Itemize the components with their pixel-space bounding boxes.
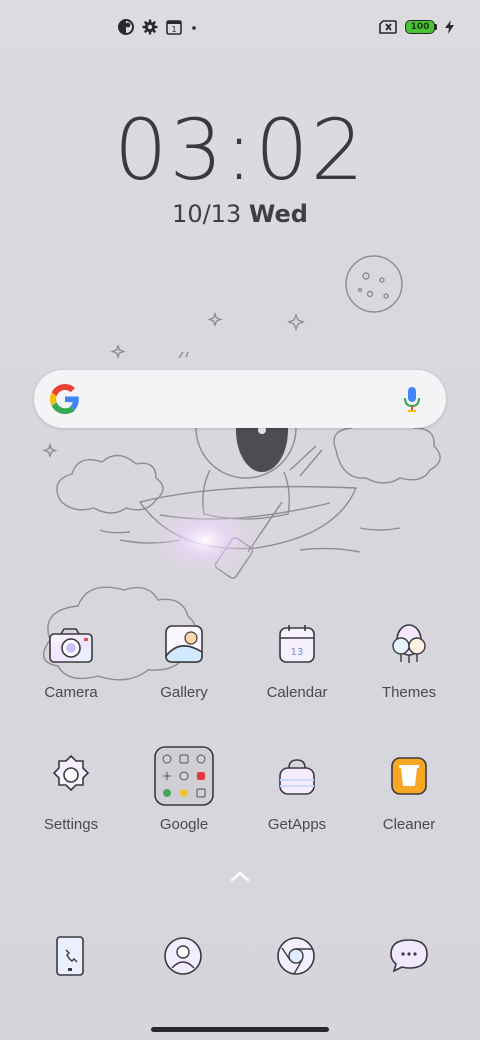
app-getapps[interactable]: GetApps: [241, 746, 353, 833]
calendar-badge: 1: [171, 25, 176, 34]
status-bar[interactable]: 1 100: [0, 0, 480, 56]
app-calendar[interactable]: 13 Calendar: [241, 614, 353, 701]
themes-icon: [392, 624, 426, 663]
date[interactable]: 10/13 Wed: [0, 200, 480, 228]
app-label: Cleaner: [382, 816, 436, 833]
app-label: Calendar: [266, 684, 328, 701]
clock[interactable]: 03:02: [0, 104, 480, 196]
app-drawer-chevron-up-icon[interactable]: [228, 868, 252, 884]
gallery-icon: [165, 625, 203, 663]
date-value: 10/13: [172, 200, 242, 228]
app-camera[interactable]: Camera: [15, 614, 127, 701]
app-settings[interactable]: Settings: [15, 746, 127, 833]
google-folder-icon: [154, 746, 214, 806]
google-g-icon[interactable]: [50, 384, 80, 414]
app-label: Settings: [43, 816, 99, 833]
app-themes[interactable]: Themes: [353, 614, 465, 701]
no-sim-icon: [379, 20, 397, 34]
battery-icon: 100: [405, 20, 437, 34]
phone-icon[interactable]: [40, 926, 100, 986]
calendar-icon: 13: [279, 625, 315, 663]
getapps-icon: [279, 759, 315, 795]
camera-icon: [49, 628, 93, 663]
cleaner-icon: [391, 757, 427, 795]
gesture-navigation-bar[interactable]: [151, 1027, 329, 1032]
half-circle-icon: [118, 19, 134, 35]
app-label: Themes: [381, 684, 437, 701]
app-cleaner[interactable]: Cleaner: [353, 746, 465, 833]
calendar-day-badge: 13: [291, 647, 304, 658]
google-search-bar[interactable]: [34, 370, 446, 428]
app-label: Camera: [44, 684, 98, 701]
charging-icon: [445, 20, 454, 34]
gear-icon: [142, 19, 158, 35]
contacts-icon[interactable]: [153, 926, 213, 986]
dot-icon: [192, 26, 196, 30]
chrome-icon[interactable]: [266, 926, 326, 986]
calendar-1-icon: 1: [166, 20, 182, 35]
app-label: GetApps: [267, 816, 327, 833]
messages-icon[interactable]: [379, 926, 439, 986]
mic-icon[interactable]: [402, 386, 422, 414]
app-google-folder[interactable]: Google: [128, 746, 240, 833]
app-gallery[interactable]: Gallery: [128, 614, 240, 701]
app-label: Google: [159, 816, 209, 833]
weekday: Wed: [248, 200, 308, 228]
battery-level: 100: [405, 20, 435, 34]
app-label: Gallery: [160, 684, 208, 701]
settings-icon: [52, 754, 90, 792]
